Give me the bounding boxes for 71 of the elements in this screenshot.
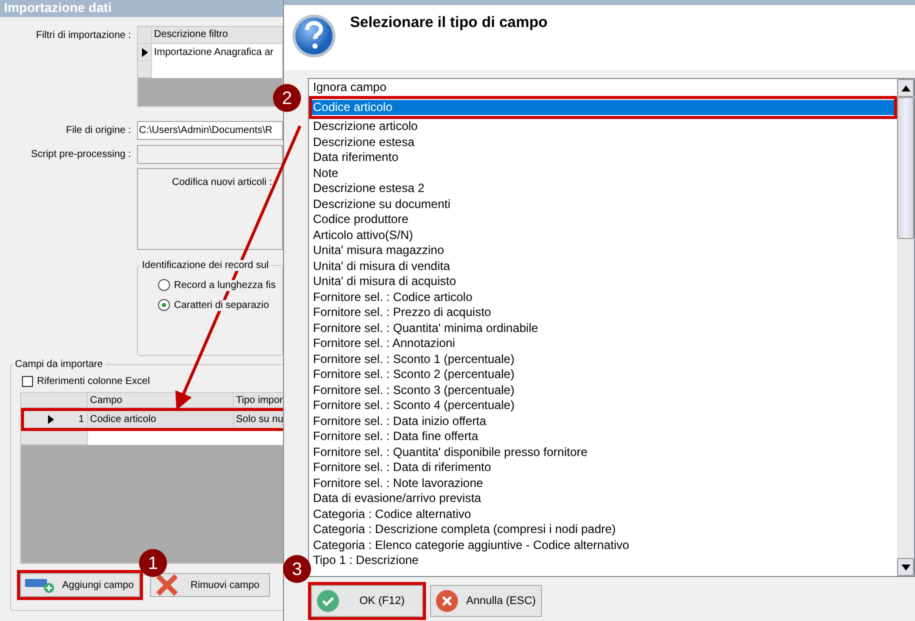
scroll-up-icon (901, 85, 910, 91)
table-cell: Solo su nu (234, 411, 283, 428)
list-item[interactable]: Descrizione su documenti (309, 196, 897, 212)
list-item[interactable]: Descrizione estesa (309, 134, 897, 150)
remove-field-button[interactable]: Rimuovi campo (150, 573, 270, 597)
list-item[interactable]: Note (309, 166, 897, 181)
radio-button[interactable] (158, 279, 170, 291)
check-icon (316, 589, 340, 613)
field-label: Codifica nuovi articoli : (172, 177, 272, 188)
list-item[interactable]: Fornitore sel. : Codice articolo (309, 290, 897, 305)
list-item[interactable]: Fornitore sel. : Annotazioni (309, 336, 897, 352)
list-item[interactable]: Articolo attivo(S/N) (309, 228, 897, 243)
field-label: Script pre-processing : (30, 148, 132, 162)
list-item[interactable]: Categoria : Codice alternativo (309, 506, 897, 522)
list-item[interactable]: Fornitore sel. : Sconto 3 (percentuale) (309, 382, 897, 398)
column-header: Tipo impor (234, 393, 283, 408)
cancel-button[interactable]: Annulla (ESC) (430, 585, 542, 617)
radio-label: Caratteri di separazio (174, 300, 270, 310)
row-pointer-icon (48, 414, 54, 424)
step-badge: 3 (283, 555, 311, 583)
dialog-title: Selezionare il tipo di campo (350, 14, 548, 33)
remove-icon (155, 574, 179, 596)
script-field[interactable] (137, 145, 283, 164)
field-label: File di origine : (64, 124, 132, 138)
add-field-button[interactable]: Aggiungi campo (20, 573, 140, 597)
close-icon (435, 589, 459, 613)
list-item[interactable]: Codice articolo (309, 100, 897, 115)
list-item[interactable]: Fornitore sel. : Data di riferimento (309, 460, 897, 476)
list-item[interactable]: Fornitore sel. : Quantita' disponibile presso fornitore (309, 444, 897, 460)
add-field-icon (25, 576, 55, 594)
list-item[interactable]: Fornitore sel. : Data fine offerta (309, 429, 897, 444)
question-icon (292, 14, 336, 58)
checkbox-label: Riferimenti colonne Excel (37, 376, 150, 387)
list-item[interactable]: Unita' misura magazzino (309, 243, 897, 258)
group-title: Campi da importare (13, 359, 105, 370)
step-badge: 2 (273, 84, 301, 112)
ok-button[interactable]: OK (F12) (311, 585, 423, 617)
row-pointer-icon (142, 48, 148, 56)
scrollbar[interactable] (897, 79, 914, 576)
list-item[interactable]: Categoria : Elenco categorie aggiuntive - Codice alternativo (309, 538, 897, 553)
list-item[interactable]: Fornitore sel. : Sconto 4 (percentuale) (309, 398, 897, 414)
list-item[interactable]: Descrizione articolo (309, 119, 897, 134)
field-label: Filtri di importazione : (34, 29, 132, 43)
window-title: Importazione dati (0, 0, 283, 17)
list-item[interactable]: Fornitore sel. : Sconto 1 (percentuale) (309, 352, 897, 367)
radio-label: Record a lunghezza fis (174, 280, 276, 290)
scroll-down-icon (901, 564, 910, 570)
list-item[interactable]: Fornitore sel. : Quantita' minima ordinabile (309, 320, 897, 336)
list-item[interactable]: Fornitore sel. : Data inizio offerta (309, 414, 897, 429)
list-item[interactable]: Fornitore sel. : Sconto 2 (percentuale) (309, 367, 897, 382)
list-item[interactable]: Data di evasione/arrivo prevista (309, 491, 897, 506)
list-item[interactable]: Data riferimento (309, 150, 897, 166)
list-item[interactable]: Fornitore sel. : Prezzo di acquisto (309, 305, 897, 320)
filter-row[interactable]: Importazione Anagrafica ar (138, 44, 282, 61)
list-item[interactable]: Unita' di misura di acquisto (309, 274, 897, 290)
table-cell: Codice articolo (88, 411, 234, 428)
group-title: Identificazione dei record sul (140, 260, 271, 271)
checkbox[interactable] (22, 376, 33, 387)
column-header: Descrizione filtro (152, 27, 282, 44)
field-row[interactable]: 1 Codice articolo Solo su nu (21, 411, 283, 428)
row-number: 1 (78, 414, 84, 424)
list-item[interactable]: Tipo 1 : Descrizione (309, 553, 897, 568)
list-item[interactable]: Codice produttore (309, 212, 897, 228)
list-item[interactable]: Fornitore sel. : Note lavorazione (309, 476, 897, 491)
column-header: Campo (88, 393, 234, 408)
radio-button[interactable] (158, 299, 170, 311)
list-item[interactable]: Categoria : Descrizione completa (compresi i nodi padre) (309, 522, 897, 538)
list-item[interactable]: Ignora campo (309, 80, 897, 96)
list-item[interactable]: Descrizione estesa 2 (309, 181, 897, 196)
file-path-field[interactable]: C:\Users\Admin\Documents\R (137, 121, 283, 140)
list-item[interactable]: Unita' di misura di vendita (309, 258, 897, 274)
